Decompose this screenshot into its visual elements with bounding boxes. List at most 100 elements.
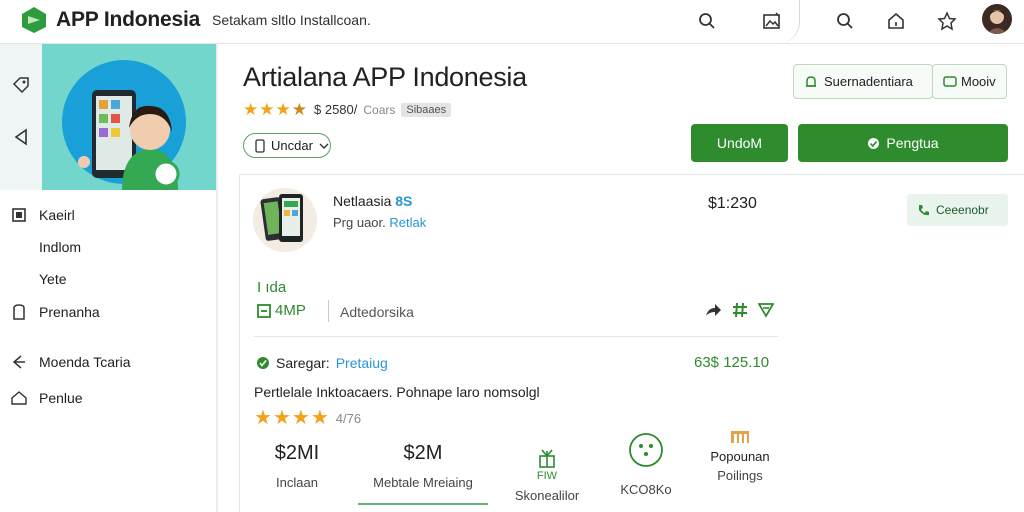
spec-amp: 4MP <box>257 302 306 319</box>
star-icon: ★ <box>275 100 291 119</box>
stat-icon-text: Popounan <box>710 449 770 464</box>
sidebar-item-label: Yete <box>39 271 67 287</box>
star-icon: ★ <box>243 100 259 119</box>
product-price: $1:230 <box>708 195 757 212</box>
sidebar-item-label: Penlue <box>39 390 83 406</box>
savings-price: 63$ 125.10 <box>694 354 770 371</box>
sidebar-item-prenanha[interactable]: Prenanha <box>0 300 100 324</box>
rating-value: $ 2580/ <box>314 102 358 117</box>
active-tab-indicator <box>358 503 488 505</box>
star-icon: ★ <box>291 100 307 119</box>
stat-value: $2MI <box>274 442 320 464</box>
stat-poilings[interactable]: Popounan Poilings <box>685 424 795 483</box>
sidebar-item-label: Moenda Tcaria <box>39 354 131 370</box>
sidebar-item-moenda-tcaria[interactable]: Moenda Tcaria <box>0 350 131 374</box>
brand[interactable]: APP Indonesia <box>20 6 200 34</box>
rating-sub: Coars <box>363 102 396 117</box>
stat-mebtale-mreiaing[interactable]: $2M Mebtale Mreiaing <box>358 424 488 490</box>
stat-label: KCO8Ko <box>620 482 672 497</box>
stat-label: Poilings <box>717 468 763 483</box>
savings-row: Saregar: Pretaiug <box>256 355 388 371</box>
sidebar-item-yete[interactable]: Yete <box>0 267 67 291</box>
promo-banner <box>0 44 216 190</box>
back-icon[interactable] <box>12 128 30 146</box>
sidebar-item-label: Indlom <box>39 239 82 255</box>
product-subtitle: Prg uaor. Retlak <box>333 215 426 230</box>
star-icon: ★ <box>259 100 275 119</box>
subscribe-button[interactable]: Suernadentiara <box>793 64 933 99</box>
product-tag: 8S <box>395 193 413 209</box>
home-icon[interactable] <box>884 9 908 33</box>
dots-circle-icon <box>629 433 663 467</box>
sidebar-divider <box>216 44 218 512</box>
check-circle-icon <box>868 137 880 149</box>
bell-icon <box>806 75 816 87</box>
product-description: Pertlelale Inktoacaers. Pohnape laro nom… <box>254 384 540 400</box>
install-button[interactable]: UndoM <box>691 124 788 162</box>
card-actions <box>704 302 774 318</box>
phone-icon <box>255 138 265 153</box>
spec-amp-value: 4MP <box>275 302 306 319</box>
rating-summary: ★ ★ ★ ★ $ 2580/ Coars Sibaaes <box>243 100 452 119</box>
product-name[interactable]: Netlaasia 8S <box>333 193 412 209</box>
install-label: UndoM <box>716 135 763 151</box>
building-icon <box>731 431 749 443</box>
product-name-text: Netlaasia <box>333 193 392 209</box>
stat-value: $2M <box>403 442 443 464</box>
stat-label: Mebtale Mreiaing <box>373 475 473 490</box>
sidebar-item-kaeirl[interactable]: Kaeirl <box>0 203 75 227</box>
savings-label: Saregar: <box>276 355 330 371</box>
chevron-down-icon <box>319 143 329 149</box>
search-input[interactable]: Setakam sltlo Installcoan. <box>212 12 371 28</box>
contact-button[interactable]: Ceeenobr <box>907 194 1008 226</box>
tag-icon[interactable] <box>12 75 30 93</box>
hash-icon[interactable] <box>732 302 748 318</box>
stat-label: Skonealilor <box>514 488 580 503</box>
stat-inclaan[interactable]: $2MI Inclaan <box>242 424 352 490</box>
subscribe-label: Suernadentiara <box>824 74 913 89</box>
image-search-icon[interactable] <box>760 9 784 33</box>
page-title: Artialana APP Indonesia <box>243 62 527 92</box>
brand-name: APP Indonesia <box>56 8 201 31</box>
sidebar-item-label: Kaeirl <box>39 207 75 223</box>
phone-person-illustration <box>62 60 186 190</box>
section-label: I ıda <box>257 279 287 296</box>
stat-label: Inclaan <box>276 475 318 490</box>
bookmark-icon <box>10 303 28 321</box>
address-text: Adtedorsika <box>340 304 414 320</box>
product-thumbnail[interactable] <box>253 188 317 252</box>
product-sub-link[interactable]: Retlak <box>389 215 426 230</box>
phone-call-icon <box>919 204 929 215</box>
more-button[interactable]: Mooiv <box>932 64 1007 99</box>
category-chip[interactable]: Sibaaes <box>401 102 452 117</box>
dropdown-label: Uncdar <box>271 138 313 153</box>
chat-icon <box>943 75 957 87</box>
open-label: Pengtua <box>886 135 939 151</box>
filter-icon[interactable] <box>758 302 774 318</box>
sidebar-item-label: Prenanha <box>39 304 100 320</box>
product-sub-prefix: Prg uaor. <box>333 215 386 230</box>
version-dropdown[interactable]: Uncdar <box>243 133 331 158</box>
check-circle-icon <box>257 357 269 369</box>
forward-icon[interactable] <box>704 302 722 318</box>
search-icon[interactable] <box>833 9 857 33</box>
home-icon <box>10 389 28 407</box>
avatar[interactable] <box>982 4 1012 34</box>
divider <box>254 336 778 337</box>
divider <box>328 300 329 322</box>
savings-link[interactable]: Pretaiug <box>336 355 388 371</box>
sidebar-item-penlue[interactable]: Penlue <box>0 386 83 410</box>
stat-skonealilor[interactable]: FIW Skonealilor <box>492 424 602 503</box>
hero-side-strip <box>0 44 42 190</box>
stat-icon-text: FIW <box>536 470 558 482</box>
sidebar-item-indlom[interactable]: Indlom <box>0 235 81 259</box>
box-icon <box>257 303 271 318</box>
brand-logo-icon <box>22 7 46 33</box>
more-label: Mooiv <box>961 74 996 89</box>
gift-icon <box>539 449 555 468</box>
share-icon[interactable] <box>935 9 959 33</box>
search-icon[interactable] <box>695 9 719 33</box>
share-icon <box>10 353 28 371</box>
top-bar: APP Indonesia Setakam sltlo Installcoan. <box>0 0 1024 44</box>
open-button[interactable]: Pengtua <box>798 124 1008 162</box>
